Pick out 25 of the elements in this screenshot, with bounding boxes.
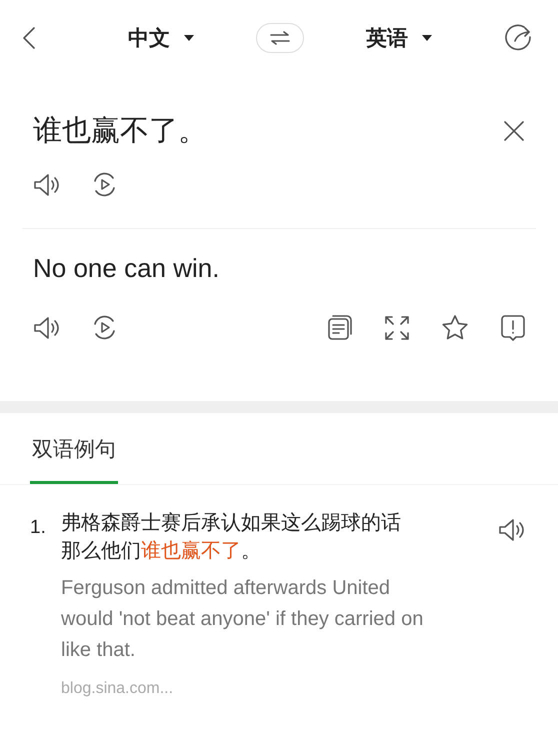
tab[interactable]: 双语例句 [30, 413, 118, 484]
swap-icon [269, 30, 291, 46]
source-language-dropdown[interactable]: 中文 [128, 24, 194, 52]
speaker-icon[interactable] [498, 517, 526, 543]
star-icon[interactable] [441, 314, 469, 341]
caret-icon [422, 34, 432, 40]
speaker-icon[interactable] [33, 172, 61, 198]
example-chinese-sentence: 弗格森爵士赛后承认如果这么踢球的话那么他们谁也赢不了。 [61, 511, 402, 564]
share-icon[interactable] [504, 22, 534, 52]
example-english-sentence: Ferguson admitted afterwards United would 'not beat anyone' if they carried on like that. [61, 576, 424, 663]
copy-icon[interactable] [328, 315, 353, 340]
report-icon[interactable] [501, 314, 525, 340]
caret-icon [184, 34, 194, 40]
source-text: 谁也赢不了。 [33, 114, 207, 149]
back-icon[interactable] [22, 26, 36, 50]
close-icon[interactable] [503, 120, 525, 142]
target-language-dropdown[interactable]: 英语 [366, 24, 432, 52]
example-source: blog.sina.com... [61, 680, 174, 698]
example-number: 1. [30, 516, 47, 540]
replay-icon[interactable] [91, 171, 118, 198]
fullscreen-icon[interactable] [385, 316, 409, 340]
replay-icon[interactable] [91, 314, 118, 341]
translation-text: No one can win. [33, 252, 220, 284]
speaker-icon[interactable] [33, 314, 61, 340]
swap-languages-button[interactable] [256, 22, 304, 52]
